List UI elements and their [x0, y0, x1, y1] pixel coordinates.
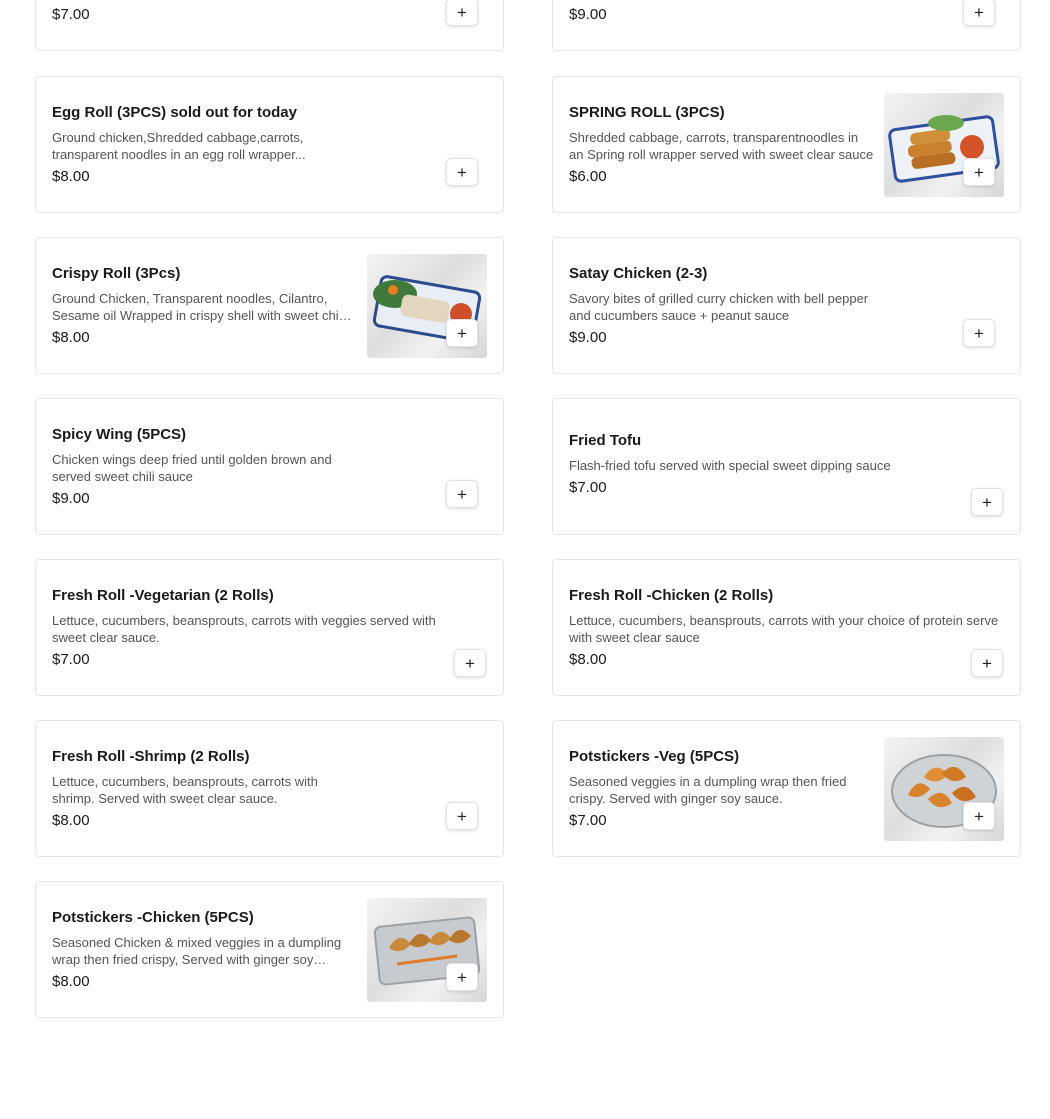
add-item-button[interactable]: + — [971, 649, 1003, 677]
item-description: Shredded cabbage, carrots, transparentno… — [569, 129, 874, 162]
item-name: Spicy Wing (5PCS) — [52, 425, 187, 443]
plus-icon: + — [465, 653, 475, 673]
plus-icon: + — [457, 323, 467, 343]
item-price: $8.00 — [569, 650, 607, 668]
menu-item-card[interactable]: SPRING ROLL (3PCS) Shredded cabbage, car… — [552, 76, 1021, 213]
add-item-button[interactable]: + — [446, 802, 478, 830]
menu-item-card[interactable]: Crispy Roll (3Pcs) Ground Chicken, Trans… — [35, 237, 504, 374]
add-item-button[interactable]: + — [963, 158, 995, 186]
plus-icon: + — [457, 2, 467, 22]
item-description: Lettuce, cucumbers, beansprouts, carrots… — [569, 612, 999, 645]
item-description: Ground Chicken, Transparent noodles, Cil… — [52, 290, 345, 323]
item-name: Fried Tofu — [569, 432, 642, 449]
menu-item-card[interactable]: Satay Chicken (2-3) Savory bites of gril… — [552, 237, 1021, 374]
add-item-button[interactable]: + — [963, 802, 995, 830]
item-description: Chicken wings deep fried until golden br… — [52, 451, 332, 484]
item-price: $8.00 — [52, 328, 90, 346]
item-description: Seasoned Chicken & mixed veggies in a du… — [52, 934, 342, 967]
add-item-button[interactable]: + — [963, 0, 995, 26]
add-item-button[interactable]: + — [446, 480, 478, 508]
item-price: $8.00 — [52, 811, 90, 829]
item-name: Potstickers -Veg (5PCS) — [569, 747, 740, 765]
item-description: Seasoned veggies in a dumpling wrap then… — [569, 773, 847, 806]
menu-item-card[interactable]: Fresh Roll -Vegetarian (2 Rolls) Lettuce… — [35, 559, 504, 696]
item-price: $8.00 — [52, 972, 90, 990]
add-item-button[interactable]: + — [446, 158, 478, 186]
item-name: Fresh Roll -Chicken (2 Rolls) — [569, 586, 774, 604]
item-price: $9.00 — [569, 6, 607, 23]
item-name: SPRING ROLL (3PCS) — [569, 103, 725, 121]
plus-icon: + — [974, 806, 984, 826]
menu-item-card[interactable]: Fresh Roll -Chicken (2 Rolls) Lettuce, c… — [552, 559, 1021, 696]
menu-item-card[interactable]: Fried Tofu Flash-fried tofu served with … — [552, 398, 1021, 535]
menu-item-card[interactable]: Spicy Wing (5PCS) Chicken wings deep fri… — [35, 398, 504, 535]
plus-icon: + — [982, 653, 992, 673]
add-item-button[interactable]: + — [446, 963, 478, 991]
item-price: $7.00 — [52, 6, 90, 23]
menu-item-card[interactable]: Fresh Roll -Shrimp (2 Rolls) Lettuce, cu… — [35, 720, 504, 857]
item-price: $9.00 — [569, 328, 607, 346]
item-name: Crispy Roll (3Pcs) — [52, 264, 181, 282]
plus-icon: + — [974, 2, 984, 22]
item-description: Ground chicken,Shredded cabbage,carrots,… — [52, 129, 306, 162]
menu-item-card[interactable]: Egg Roll (3PCS) sold out for today Groun… — [35, 76, 504, 213]
plus-icon: + — [457, 806, 467, 826]
menu-item-card[interactable]: $9.00 + — [552, 0, 1021, 51]
item-price: $8.00 — [52, 167, 90, 185]
item-price: $6.00 — [569, 167, 607, 185]
item-name: Potstickers -Chicken (5PCS) — [52, 908, 254, 926]
menu-item-card[interactable]: Potstickers -Veg (5PCS) Seasoned veggies… — [552, 720, 1021, 857]
item-name: Fresh Roll -Shrimp (2 Rolls) — [52, 747, 250, 765]
plus-icon: + — [974, 323, 984, 343]
menu-item-card[interactable]: Potstickers -Chicken (5PCS) Seasoned Chi… — [35, 881, 504, 1018]
item-description: Lettuce, cucumbers, beansprouts, carrots… — [52, 773, 318, 806]
plus-icon: + — [457, 967, 467, 987]
plus-icon: + — [974, 162, 984, 182]
add-item-button[interactable]: + — [454, 649, 486, 677]
plus-icon: + — [457, 484, 467, 504]
add-item-button[interactable]: + — [971, 488, 1003, 516]
add-item-button[interactable]: + — [446, 0, 478, 26]
item-price: $7.00 — [52, 650, 90, 668]
add-item-button[interactable]: + — [963, 319, 995, 347]
item-name: Satay Chicken (2-3) — [569, 264, 708, 282]
item-description: Flash-fried tofu served with special swe… — [569, 458, 891, 473]
menu-item-card[interactable]: $7.00 + — [35, 0, 504, 51]
item-price: $7.00 — [569, 479, 607, 496]
item-description: Lettuce, cucumbers, beansprouts, carrots… — [52, 612, 436, 645]
plus-icon: + — [982, 492, 992, 512]
item-price: $7.00 — [569, 811, 607, 829]
plus-icon: + — [457, 162, 467, 182]
item-price: $9.00 — [52, 489, 90, 507]
add-item-button[interactable]: + — [446, 319, 478, 347]
item-name: Egg Roll (3PCS) sold out for today — [52, 103, 297, 121]
item-name: Fresh Roll -Vegetarian (2 Rolls) — [52, 586, 274, 604]
item-description: Savory bites of grilled curry chicken wi… — [569, 290, 869, 323]
